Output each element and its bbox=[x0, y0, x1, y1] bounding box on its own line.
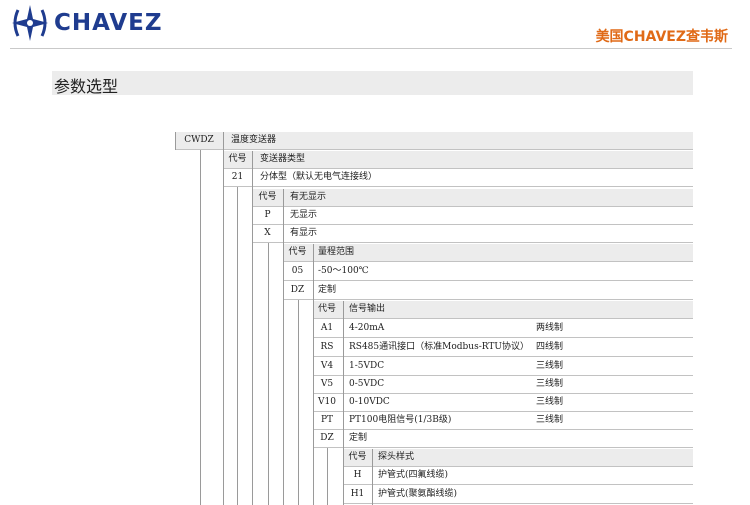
option-code: A1 bbox=[320, 323, 334, 333]
group-header-code: 代号 bbox=[258, 192, 277, 202]
tree-line bbox=[237, 187, 238, 505]
group-header-code: 代号 bbox=[348, 452, 367, 462]
option-code: RS bbox=[320, 342, 334, 352]
model-row: CWDZ 温度变送器 bbox=[175, 132, 693, 150]
model-code: CWDZ bbox=[184, 135, 214, 145]
option-desc: 4-20mA bbox=[349, 323, 385, 333]
option-code: V10 bbox=[318, 397, 336, 407]
option-code: 21 bbox=[231, 172, 244, 182]
tree-line bbox=[298, 300, 299, 505]
table-row: V5 0-5VDC 三线制 bbox=[313, 376, 693, 394]
table-row: DZ 定制 bbox=[283, 282, 693, 300]
option-code: PT bbox=[320, 415, 334, 425]
option-code: DZ bbox=[290, 285, 305, 295]
table-row: P 无显示 bbox=[252, 207, 693, 225]
option-code: 05 bbox=[291, 266, 304, 276]
table-row: X 有显示 bbox=[252, 225, 693, 243]
option-code: H1 bbox=[350, 489, 365, 499]
group-header-type: 代号 变送器类型 bbox=[223, 151, 693, 169]
tree-line bbox=[223, 132, 224, 505]
option-code: V4 bbox=[320, 361, 334, 371]
group-header-code: 代号 bbox=[288, 247, 307, 257]
group-header-code: 代号 bbox=[228, 154, 247, 164]
table-row: 21 分体型（默认无电气连接线） bbox=[223, 169, 693, 187]
group-header-desc: 变送器类型 bbox=[260, 154, 306, 164]
option-desc: 无显示 bbox=[290, 210, 318, 220]
group-header-desc: 探头样式 bbox=[378, 452, 415, 462]
tree-line bbox=[268, 243, 269, 505]
option-desc: 0-5VDC bbox=[349, 379, 385, 389]
option-desc: PT100电阻信号(1/3B级) bbox=[349, 415, 452, 425]
group-header-display: 代号 有无显示 bbox=[252, 189, 693, 207]
option-desc: 护管式(四氟线缆) bbox=[378, 470, 449, 480]
tree-line bbox=[175, 132, 176, 150]
tree-line bbox=[200, 150, 201, 505]
table-row: RS RS485通讯接口（标准Modbus-RTU协议） 四线制 bbox=[313, 339, 693, 357]
table-row: V4 1-5VDC 三线制 bbox=[313, 358, 693, 376]
tree-line bbox=[313, 244, 314, 505]
tree-line bbox=[283, 189, 284, 505]
option-wiring: 两线制 bbox=[536, 323, 564, 333]
group-header-range: 代号 量程范围 bbox=[283, 244, 693, 262]
option-desc: -50～100℃ bbox=[318, 266, 369, 276]
group-header-desc: 量程范围 bbox=[318, 247, 355, 257]
group-header-probe: 代号 探头样式 bbox=[343, 449, 693, 467]
group-header-code: 代号 bbox=[317, 304, 336, 314]
table-row: A1 4-20mA 两线制 bbox=[313, 320, 693, 338]
table-row: H 护管式(四氟线缆) bbox=[343, 467, 693, 485]
option-code: V5 bbox=[320, 379, 334, 389]
table-row: 05 -50～100℃ bbox=[283, 263, 693, 281]
option-code: P bbox=[264, 210, 271, 220]
option-desc: RS485通讯接口（标准Modbus-RTU协议） bbox=[349, 342, 529, 352]
group-header-output: 代号 信号输出 bbox=[313, 301, 693, 319]
tree-line bbox=[327, 448, 328, 505]
model-desc: 温度变送器 bbox=[231, 135, 277, 145]
selection-table: CWDZ 温度变送器 代号 变送器类型 21 分体型（默认无电气连接线） 代号 … bbox=[0, 0, 750, 505]
tree-line bbox=[372, 449, 373, 505]
table-row: PT PT100电阻信号(1/3B级) 三线制 bbox=[313, 412, 693, 430]
option-desc: 0-10VDC bbox=[349, 397, 390, 407]
table-row: V10 0-10VDC 三线制 bbox=[313, 394, 693, 412]
option-desc: 有显示 bbox=[290, 228, 318, 238]
group-header-desc: 信号输出 bbox=[349, 304, 386, 314]
option-code: H bbox=[353, 470, 362, 480]
option-code: DZ bbox=[320, 433, 334, 443]
option-desc: 定制 bbox=[349, 433, 368, 443]
option-desc: 分体型（默认无电气连接线） bbox=[260, 172, 378, 182]
option-wiring: 三线制 bbox=[536, 379, 564, 389]
option-desc: 定制 bbox=[318, 285, 337, 295]
option-code: X bbox=[264, 228, 271, 238]
tree-line bbox=[252, 151, 253, 505]
option-wiring: 三线制 bbox=[536, 361, 564, 371]
option-wiring: 四线制 bbox=[536, 342, 564, 352]
table-row: DZ 定制 bbox=[313, 430, 693, 448]
option-desc: 1-5VDC bbox=[349, 361, 385, 371]
table-row: H1 护管式(聚氨酯线缆) bbox=[343, 486, 693, 504]
group-header-desc: 有无显示 bbox=[290, 192, 327, 202]
option-wiring: 三线制 bbox=[536, 415, 564, 425]
option-wiring: 三线制 bbox=[536, 397, 564, 407]
option-desc: 护管式(聚氨酯线缆) bbox=[378, 489, 458, 499]
tree-line bbox=[343, 301, 344, 505]
